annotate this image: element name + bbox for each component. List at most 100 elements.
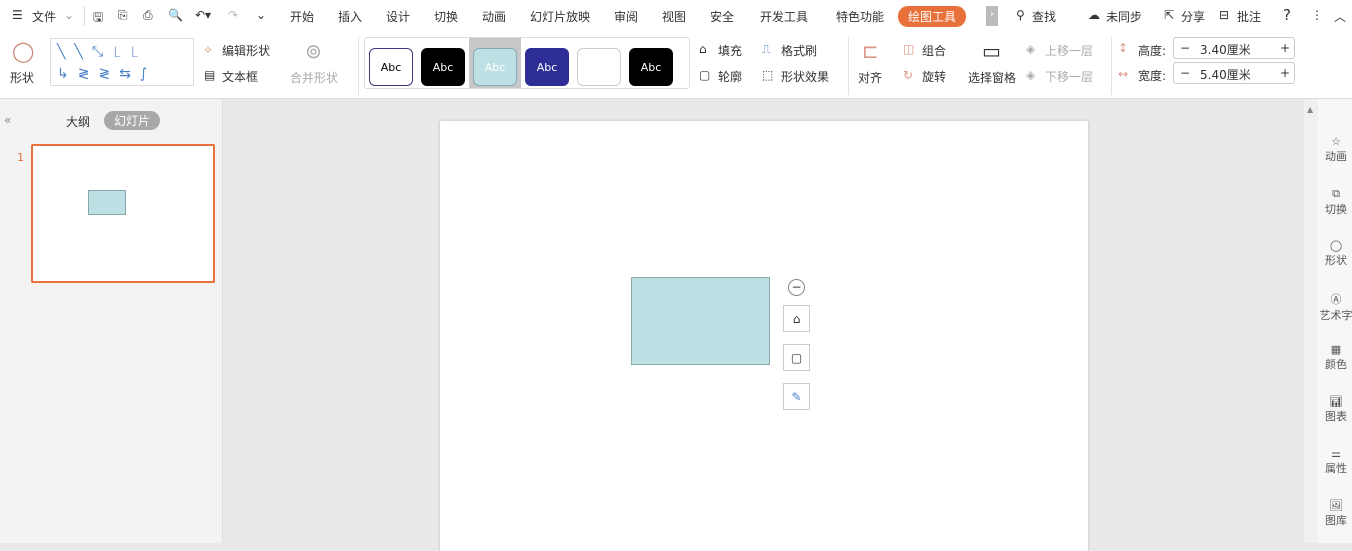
outline-icon: ▢	[790, 350, 803, 365]
tab-slides[interactable]: 幻灯片	[104, 111, 161, 130]
format-painter-button[interactable]: 格式刷	[781, 42, 817, 59]
save-icon[interactable]: 🖫	[93, 8, 103, 29]
collapse-float-toolbar-icon[interactable]: −	[788, 279, 805, 296]
text-box-button[interactable]: 文本框	[222, 68, 258, 85]
shape-style-gallery: Abc Abc Abc Abc Abc	[364, 37, 690, 89]
group-button[interactable]: 组合	[922, 42, 946, 59]
color-panel-button[interactable]: ▦ 颜色	[1314, 343, 1352, 372]
slide-thumbnail[interactable]	[31, 144, 215, 283]
outline-quick-button[interactable]: ▢	[783, 344, 810, 371]
collapse-ribbon-icon[interactable]: ︿	[1334, 8, 1346, 25]
style-option[interactable]: Abc	[629, 48, 673, 86]
style-option[interactable]: Abc	[421, 48, 465, 86]
increase-width-button[interactable]: +	[1280, 66, 1290, 80]
shape-effect-button[interactable]: 形状效果	[781, 68, 829, 85]
properties-panel-button[interactable]: ⚌ 属性	[1314, 447, 1352, 476]
search-button[interactable]: 查找	[1032, 8, 1056, 25]
chart-icon: 📊︎	[1329, 395, 1343, 408]
slide[interactable]	[440, 121, 1088, 551]
decrease-width-button[interactable]: −	[1180, 66, 1190, 80]
chevron-down-icon[interactable]: ⌄	[64, 8, 74, 22]
rotate-icon: ↻	[903, 68, 914, 82]
edit-shape-button[interactable]: 编辑形状	[222, 42, 270, 59]
sync-status[interactable]: 未同步	[1106, 8, 1142, 25]
style-option-selected[interactable]: Abc	[473, 48, 517, 86]
tab-transition[interactable]: 切换	[434, 8, 458, 25]
tab-developer[interactable]: 开发工具	[760, 8, 808, 25]
tab-drawing-tools[interactable]: 绘图工具	[898, 6, 967, 27]
tab-animation[interactable]: 动画	[482, 8, 506, 25]
tab-special[interactable]: 特色功能	[836, 8, 884, 25]
share-button[interactable]: 分享	[1181, 8, 1205, 25]
rectangle-shape[interactable]	[631, 277, 770, 365]
style-option[interactable]: Abc	[525, 48, 569, 86]
menu-icon[interactable]: ☰	[12, 8, 23, 22]
fill-button[interactable]: 填充	[718, 42, 742, 59]
outline-button[interactable]: 轮廓	[718, 68, 742, 85]
bring-forward-button[interactable]: 上移一层	[1045, 42, 1093, 59]
shape-panel-button[interactable]: ◯ 形状	[1314, 239, 1352, 268]
merge-shape-button[interactable]: 合并形状	[290, 69, 338, 86]
align-button[interactable]: 对齐	[858, 69, 882, 86]
shape-icon: ◯	[1329, 239, 1343, 252]
style-option[interactable]: Abc	[369, 48, 413, 86]
style-option[interactable]	[577, 48, 621, 86]
undo-icon[interactable]: ↶▾	[195, 8, 211, 22]
shape-effect-icon: ⬚	[762, 68, 774, 82]
file-menu[interactable]: 文件	[32, 8, 56, 25]
wordart-panel-button[interactable]: Ⓐ 艺术字	[1314, 291, 1352, 323]
ribbon: ◯ 形状 ╲╲⤡⎿⎿ ↳≷≷⇆∫ ⟡ 编辑形状 ▤ 文本框 ⊚ 合并形状 Abc …	[0, 33, 1352, 99]
tab-security[interactable]: 安全	[710, 8, 734, 25]
wordart-icon: Ⓐ	[1330, 293, 1342, 306]
width-stepper[interactable]: − 5.40厘米 +	[1173, 62, 1295, 84]
tab-outline[interactable]: 大纲	[66, 113, 90, 130]
line-gallery[interactable]: ╲╲⤡⎿⎿ ↳≷≷⇆∫	[50, 38, 194, 86]
send-backward-button[interactable]: 下移一层	[1045, 68, 1093, 85]
height-stepper[interactable]: − 3.40厘米 +	[1173, 37, 1295, 59]
tab-slideshow[interactable]: 幻灯片放映	[530, 8, 590, 25]
gallery-panel-button[interactable]: 🖼︎ 图库	[1314, 499, 1352, 528]
style-quick-button[interactable]: ✎	[783, 383, 810, 410]
fill-icon: ⌂	[792, 311, 801, 326]
more-icon[interactable]: ⋮	[1311, 8, 1323, 22]
collapse-panel-icon[interactable]: «	[4, 113, 11, 127]
more-tabs-button[interactable]: ›	[986, 6, 998, 26]
tab-design[interactable]: 设计	[386, 8, 410, 25]
width-label: 宽度:	[1138, 69, 1167, 83]
send-backward-icon: ◈	[1026, 68, 1036, 82]
image-icon: 🖼︎	[1329, 499, 1343, 512]
chart-panel-button[interactable]: 📊︎ 图表	[1314, 395, 1352, 424]
print-preview-icon[interactable]: 🔍	[168, 8, 183, 22]
scroll-up-icon[interactable]: ▲	[1307, 105, 1313, 114]
help-button[interactable]: ?	[1283, 6, 1291, 24]
right-task-panel: ☆ 动画 ⧉ 切换 ◯ 形状 Ⓐ 艺术字 ▦ 颜色 📊︎ 图表 ⚌ 属性 🖼︎ 图库	[1318, 99, 1352, 543]
tab-start[interactable]: 开始	[290, 8, 314, 25]
brush-icon: ✎	[791, 389, 802, 404]
shape-icon: ◯	[12, 39, 35, 63]
decrease-height-button[interactable]: −	[1180, 41, 1190, 55]
rotate-button[interactable]: 旋转	[922, 68, 946, 85]
selection-pane-button[interactable]: 选择窗格	[968, 69, 1016, 86]
slide-panel: « 大纲 幻灯片 1	[0, 99, 223, 543]
tab-review[interactable]: 审阅	[614, 8, 638, 25]
transition-icon: ⧉	[1332, 187, 1340, 200]
search-icon[interactable]: ⚲	[1016, 8, 1025, 22]
print-icon[interactable]: ⎙	[143, 8, 153, 23]
format-painter-icon: ⎍	[762, 42, 771, 56]
export-icon[interactable]: ⎘	[118, 8, 128, 23]
comment-button[interactable]: 批注	[1237, 8, 1261, 25]
height-input[interactable]: 3.40厘米	[1200, 41, 1251, 58]
tab-insert[interactable]: 插入	[338, 8, 362, 25]
grid-icon: ▦	[1330, 343, 1342, 356]
increase-height-button[interactable]: +	[1280, 41, 1290, 55]
customize-icon[interactable]: ⌄	[256, 8, 266, 22]
animation-panel-button[interactable]: ☆ 动画	[1314, 135, 1352, 164]
selection-pane-icon: ▭	[982, 39, 1001, 63]
transition-panel-button[interactable]: ⧉ 切换	[1314, 187, 1352, 217]
redo-icon[interactable]: ↷	[228, 8, 238, 22]
tab-view[interactable]: 视图	[662, 8, 686, 25]
shape-button[interactable]: 形状	[10, 69, 34, 86]
fill-quick-button[interactable]: ⌂	[783, 305, 810, 332]
width-input[interactable]: 5.40厘米	[1200, 66, 1251, 83]
bring-forward-icon: ◈	[1026, 42, 1036, 56]
